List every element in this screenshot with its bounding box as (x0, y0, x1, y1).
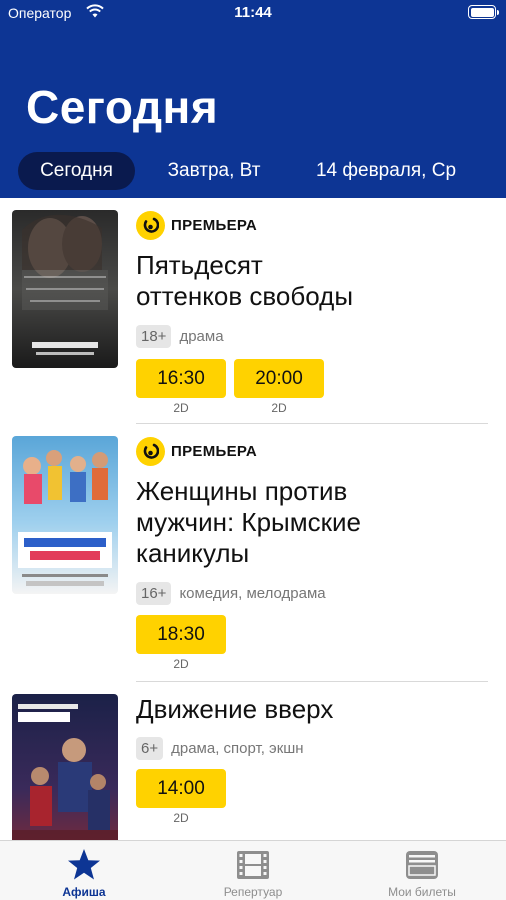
star-icon (68, 849, 100, 880)
movie-title-line: каникулы (136, 538, 250, 568)
premiere-label: ПРЕМЬЕРА (171, 442, 257, 460)
movie-meta: 16+ комедия, мелодрама (136, 580, 326, 606)
movie-list: ПРЕМЬЕРА Пятьдесят оттенков свободы 18+ … (0, 198, 506, 840)
age-rating: 16+ (136, 581, 172, 605)
tab-tomorrow[interactable]: Завтра, Вт (150, 152, 278, 190)
genre: комедия, мелодрама (179, 584, 326, 602)
movie-poster[interactable] (12, 436, 118, 594)
movie-title-line: Пятьдесят (136, 250, 263, 280)
session: 20:00 2D (234, 359, 324, 415)
movie-poster[interactable] (12, 694, 118, 840)
session-time-button[interactable]: 20:00 (234, 359, 324, 398)
premiere-icon (136, 436, 165, 466)
movie-meta: 6+ драма, спорт, экшн (136, 735, 304, 761)
tab-bar-item-afisha[interactable]: Афиша (0, 841, 168, 900)
tab-bar-item-repertoire[interactable]: Репертуар (169, 841, 337, 900)
movie-title-line: Женщины против (136, 476, 348, 506)
session-format: 2D (173, 401, 189, 415)
movie-title[interactable]: Женщины против мужчин: Крымские каникулы (136, 476, 496, 569)
tab-bar-item-my-tickets[interactable]: Мои билеты (338, 841, 506, 900)
movie-title-line: Движение вверх (136, 694, 334, 724)
movie-title[interactable]: Движение вверх (136, 694, 496, 725)
movie-meta: 18+ драма (136, 323, 224, 349)
header: Оператор 11:44 Сегодня Сегодня Завтра, В… (0, 0, 506, 198)
movie-card[interactable]: Движение вверх 6+ драма, спорт, экшн 14:… (0, 682, 506, 840)
premiere-badge: ПРЕМЬЕРА (136, 436, 257, 466)
film-icon (237, 851, 269, 879)
premiere-label: ПРЕМЬЕРА (171, 216, 257, 234)
tab-bar-label: Мои билеты (388, 885, 456, 899)
movie-card[interactable]: ПРЕМЬЕРА Пятьдесят оттенков свободы 18+ … (0, 198, 506, 424)
session-time-button[interactable]: 18:30 (136, 615, 226, 654)
genre: драма (179, 327, 224, 345)
session-format: 2D (271, 401, 287, 415)
movie-poster[interactable] (12, 210, 118, 368)
movie-title[interactable]: Пятьдесят оттенков свободы (136, 250, 496, 312)
movie-card[interactable]: ПРЕМЬЕРА Женщины против мужчин: Крымские… (0, 424, 506, 682)
movie-title-line: мужчин: Крымские (136, 507, 361, 537)
clock: 11:44 (234, 4, 272, 21)
session-format: 2D (173, 811, 189, 825)
session-time-button[interactable]: 14:00 (136, 769, 226, 808)
tab-bar-label: Репертуар (223, 885, 283, 899)
tab-today[interactable]: Сегодня (18, 152, 135, 190)
session: 14:00 2D (136, 769, 226, 825)
premiere-icon (136, 210, 165, 240)
tab-february-14[interactable]: 14 февраля, Ср (300, 152, 472, 190)
session-time-button[interactable]: 16:30 (136, 359, 226, 398)
tab-bar: Афиша Репертуар Мои билеты (0, 840, 506, 900)
age-rating: 18+ (136, 324, 172, 348)
battery-icon (468, 5, 499, 19)
genre: драма, спорт, экшн (171, 739, 304, 757)
age-rating: 6+ (136, 736, 164, 760)
session: 16:30 2D (136, 359, 226, 415)
movie-title-line: оттенков свободы (136, 281, 354, 311)
session-format: 2D (173, 657, 189, 671)
day-tabs: Сегодня Завтра, Вт 14 февраля, Ср (0, 152, 506, 192)
status-bar: Оператор 11:44 (0, 0, 506, 28)
tickets-icon (406, 851, 438, 879)
page-title: Сегодня (26, 81, 219, 133)
premiere-badge: ПРЕМЬЕРА (136, 210, 257, 240)
session: 18:30 2D (136, 615, 226, 671)
tab-bar-label: Афиша (62, 885, 106, 899)
